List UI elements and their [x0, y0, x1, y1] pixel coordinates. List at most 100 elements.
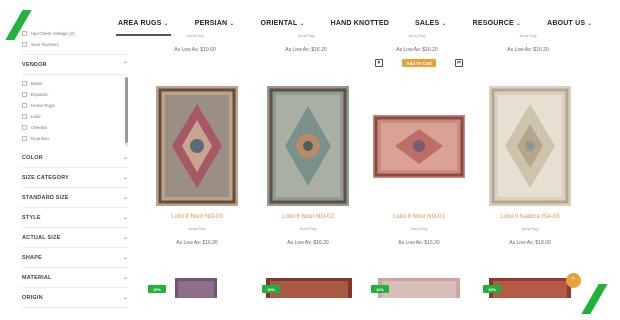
chevron-down-icon: ⌄ [122, 155, 128, 161]
chevron-down-icon: ⌄ [515, 20, 522, 27]
vendor-option-label: Baker [31, 81, 43, 86]
product-price: As Low As: $16.20 [396, 47, 438, 53]
vendor-filter-header[interactable]: VENDOR ⌃ [22, 55, 128, 75]
rug-image-nour-no01[interactable] [373, 115, 465, 178]
product-title-link[interactable]: Loloi II Nour NO-02 [253, 214, 363, 220]
checkbox[interactable] [22, 92, 27, 97]
nav-label: PERSIAN [194, 19, 228, 27]
chevron-down-icon: ⌄ [122, 275, 128, 281]
vendor-option[interactable]: Dynamic [22, 89, 128, 100]
compare-icon[interactable]: ⇄ [455, 59, 463, 67]
heart-icon[interactable]: ♥ [375, 59, 383, 67]
filter-shape[interactable]: SHAPE ⌄ [22, 248, 128, 268]
product-type: Area Rug [297, 33, 315, 38]
vendor-option-label: Nourison [31, 136, 50, 141]
rug-image-isadora-isa03[interactable] [489, 86, 571, 206]
vendor-option[interactable]: Nourison [22, 133, 128, 144]
nav-persian[interactable]: PERSIAN ⌄ [195, 12, 235, 34]
product-price: As Low As: $16.20 [285, 47, 327, 53]
chevron-down-icon: ⌄ [122, 255, 128, 261]
product-type: Area Rug [299, 226, 317, 231]
vendor-option[interactable]: Loloi [22, 111, 128, 122]
nav-label: ABOUT US [547, 19, 586, 27]
checkbox[interactable] [22, 114, 27, 119]
vendor-option-label: Dynamic [31, 92, 49, 97]
checkbox[interactable] [22, 42, 27, 47]
rug-image-partial[interactable] [489, 278, 571, 298]
filter-origin[interactable]: ORIGIN ⌄ [22, 288, 128, 308]
nav-resource[interactable]: RESOURCE ⌄ [473, 12, 522, 34]
product-price: As Low As: $19.60 [174, 47, 216, 53]
chevron-down-icon: ⌄ [122, 215, 128, 221]
product-type: Area Rug [186, 33, 204, 38]
discount-badge: 10% [148, 285, 166, 293]
rug-image-nour-no02[interactable] [267, 86, 349, 206]
nav-about-us[interactable]: ABOUT US ⌄ [547, 12, 592, 34]
filter-title: MATERIAL [22, 274, 52, 281]
product-type: Area Rug [408, 33, 426, 38]
filter-actual-size[interactable]: ACTUAL SIZE ⌄ [22, 228, 128, 248]
discount-badge: 10% [371, 285, 389, 293]
product-price: As Low As: $16.20 [287, 240, 329, 246]
vendor-scrollbar[interactable] [125, 77, 128, 147]
main-navigation: AREA RUGS ⌄ PERSIAN ⌄ ORIENTAL ⌄ HAND KNOTT… [116, 12, 619, 36]
scroll-to-top-button[interactable]: ⌃ [566, 273, 581, 288]
add-to-cart-button[interactable]: Add To Cart [402, 59, 436, 67]
nav-label: ORIENTAL [260, 19, 298, 27]
checkbox[interactable] [22, 103, 27, 108]
chevron-down-icon: ⌄ [229, 20, 235, 27]
nav-oriental[interactable]: ORIENTAL ⌄ [261, 12, 305, 34]
vendor-option-label: Home Rugs [31, 103, 55, 108]
checkbox[interactable] [22, 125, 27, 130]
rug-image-partial[interactable] [378, 278, 460, 298]
product-type: Area Rug [410, 226, 428, 231]
filter-title: ORIGIN [22, 294, 43, 301]
filter-title: STANDARD SIZE [22, 194, 69, 201]
filter-option[interactable]: Hip-Cheer Vintage (2) [22, 28, 128, 39]
product-title-link[interactable]: Loloi II Isadora ISA-03 [475, 214, 585, 220]
vendor-filter-title: VENDOR [22, 61, 47, 68]
product-price: As Low As: $16.20 [398, 240, 440, 246]
chevron-down-icon: ⌄ [122, 295, 128, 301]
nav-hand-knotted[interactable]: HAND KNOTTED [331, 12, 389, 34]
filter-color[interactable]: COLOR ⌄ [22, 148, 128, 168]
checkbox[interactable] [22, 81, 27, 86]
vendor-list: Baker Dynamic Home Rugs Loloi Oriental N… [22, 75, 128, 148]
filter-size-category[interactable]: SIZE CATEGORY ⌄ [22, 168, 128, 188]
filter-option[interactable]: Sour Runners [22, 39, 128, 50]
vendor-option[interactable]: Baker [22, 78, 128, 89]
vendor-option[interactable]: Home Rugs [22, 100, 128, 111]
product-price: As Low As: $16.20 [176, 240, 218, 246]
product-price: As Low As: $18.00 [509, 240, 551, 246]
product-title-link[interactable]: Loloi II Nour NO-03 [142, 214, 252, 220]
product-title-link[interactable]: Loloi II Nour NO-01 [364, 214, 474, 220]
chevron-down-icon: ⌄ [299, 20, 305, 27]
nav-label: HAND KNOTTED [330, 19, 390, 27]
vendor-option-label: Loloi [31, 114, 41, 119]
rug-image-nour-no03[interactable] [156, 86, 238, 206]
chevron-down-icon: ⌄ [122, 175, 128, 181]
filter-sidebar: Hip-Cheer Vintage (2) Sour Runners VENDO… [22, 28, 128, 308]
filter-option-label: Hip-Cheer Vintage (2) [31, 31, 75, 36]
nav-label: AREA RUGS [118, 19, 162, 27]
nav-label: RESOURCE [472, 19, 514, 27]
rug-image-partial[interactable] [175, 278, 217, 298]
product-type: Area Rug [188, 226, 206, 231]
vendor-option[interactable]: Oriental [22, 122, 128, 133]
chevron-down-icon: ⌄ [441, 20, 447, 27]
discount-badge: 10% [483, 285, 501, 293]
chevron-down-icon: ⌄ [122, 235, 128, 241]
filter-style[interactable]: STYLE ⌄ [22, 208, 128, 228]
vendor-filter: VENDOR ⌃ Baker Dynamic Home Rugs Loloi Or… [22, 54, 128, 148]
chevron-down-icon: ⌄ [587, 20, 593, 27]
vendor-option-label: Oriental [31, 125, 47, 130]
scrollbar-thumb[interactable] [125, 77, 128, 143]
product-type: Area Rug [519, 33, 537, 38]
chevron-down-icon: ⌄ [163, 20, 169, 27]
filter-material[interactable]: MATERIAL ⌄ [22, 268, 128, 288]
checkbox[interactable] [22, 31, 27, 36]
filter-title: STYLE [22, 214, 41, 221]
nav-sales[interactable]: SALES ⌄ [415, 12, 447, 34]
checkbox[interactable] [22, 136, 27, 141]
filter-standard-size[interactable]: STANDARD SIZE ⌄ [22, 188, 128, 208]
